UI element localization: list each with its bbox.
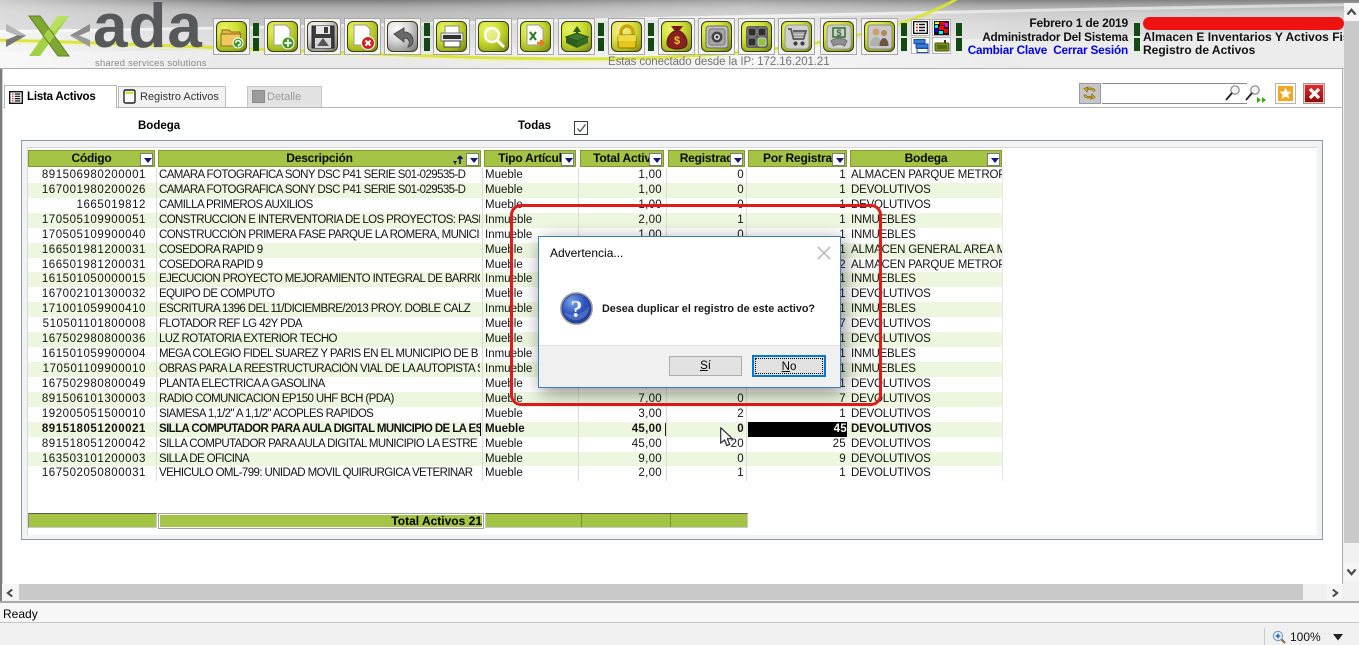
svg-text:?: ? [571, 297, 583, 323]
svg-text:$: $ [836, 28, 841, 38]
svg-text:$: $ [673, 35, 679, 47]
